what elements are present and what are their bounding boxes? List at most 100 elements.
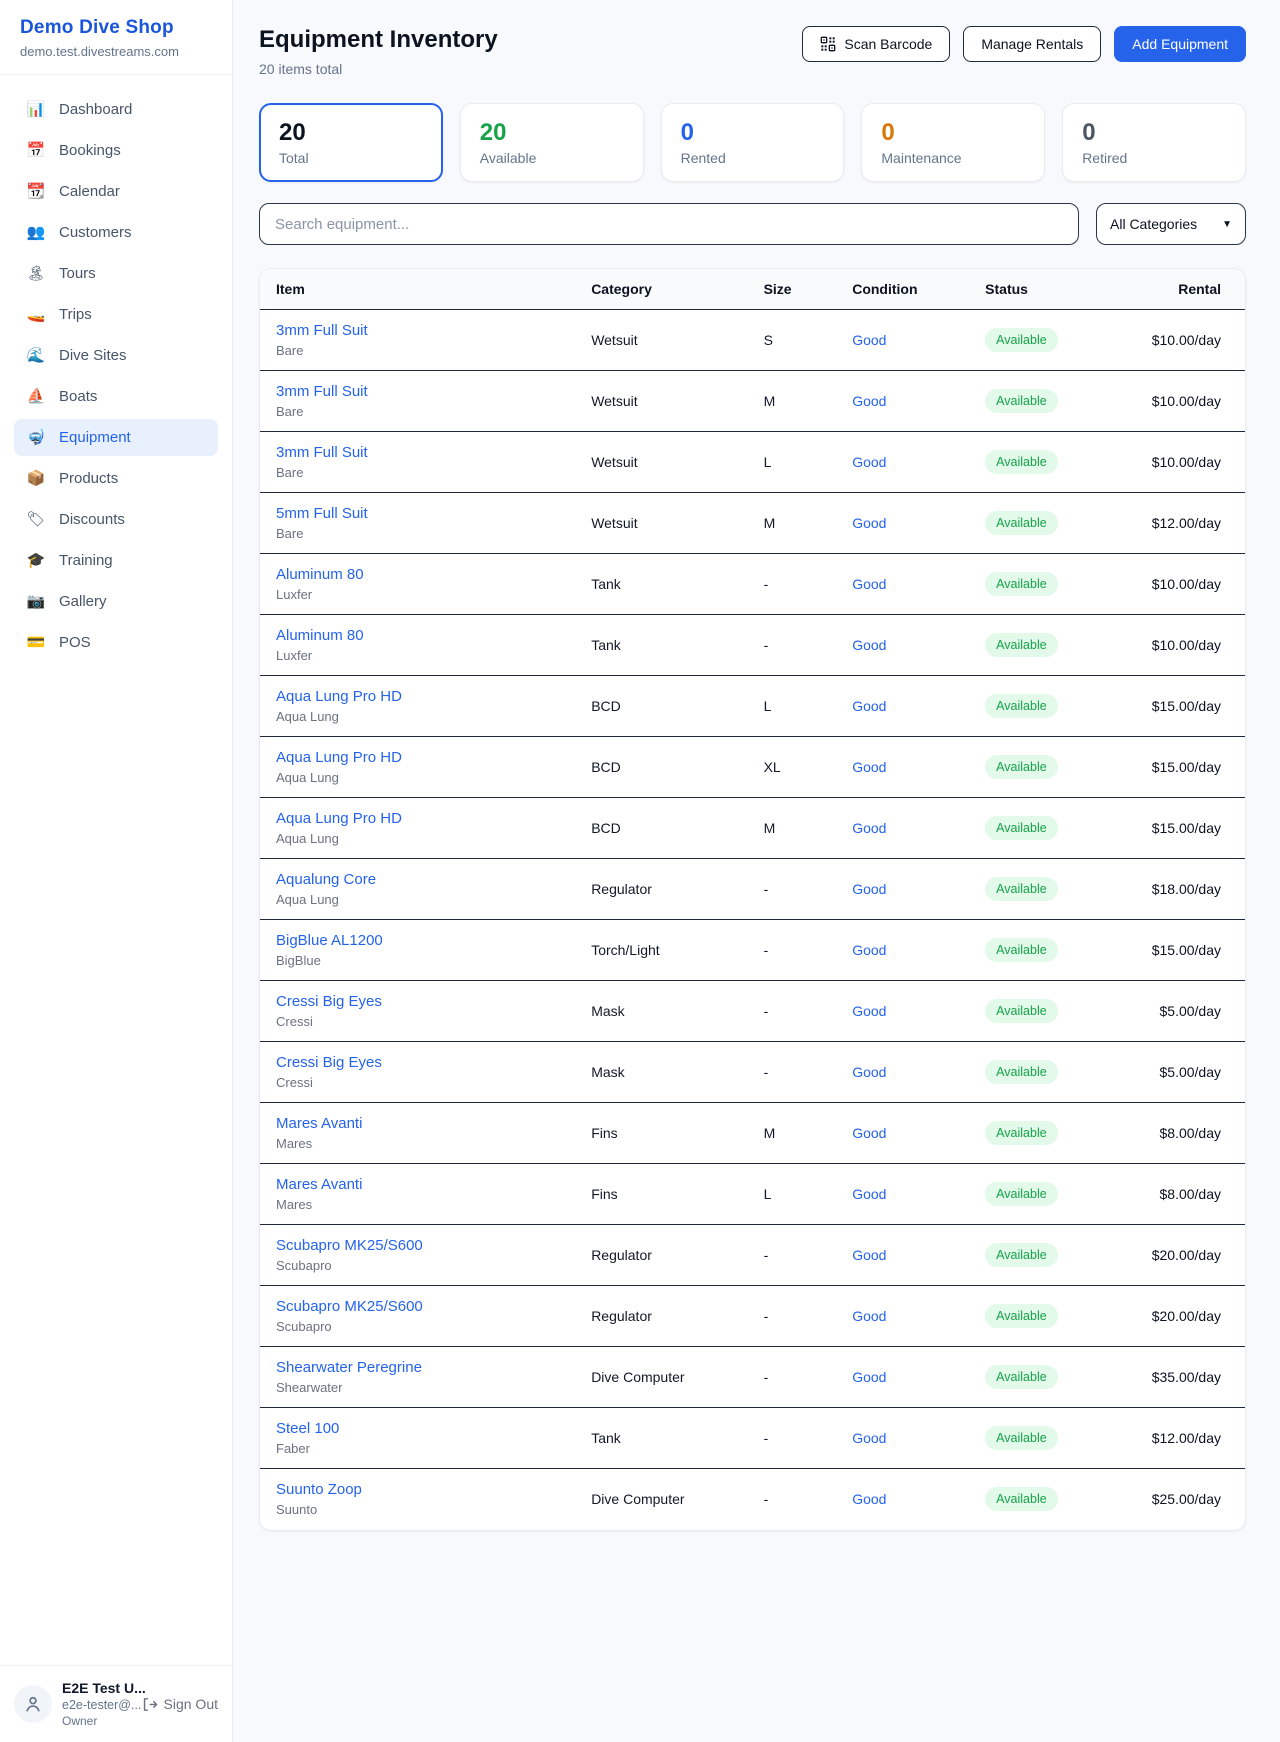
rental-price: $10.00/day: [1097, 371, 1245, 432]
condition-link[interactable]: Good: [852, 576, 886, 592]
item-name-link[interactable]: Steel 100: [276, 1420, 559, 1437]
table-row: Aluminum 80 Luxfer Tank - Good Available…: [260, 615, 1245, 676]
add-equipment-button[interactable]: Add Equipment: [1114, 26, 1246, 62]
sidebar-item[interactable]: 📦 Products: [14, 460, 218, 497]
condition-link[interactable]: Good: [852, 1491, 886, 1507]
person-icon: [23, 1694, 43, 1714]
item-category: BCD: [575, 798, 747, 859]
condition-link[interactable]: Good: [852, 942, 886, 958]
column-header-item: Item: [260, 269, 575, 310]
sidebar-item[interactable]: 🎓 Training: [14, 542, 218, 579]
item-category: Tank: [575, 1408, 747, 1469]
item-name-link[interactable]: Suunto Zoop: [276, 1481, 559, 1498]
condition-link[interactable]: Good: [852, 1125, 886, 1141]
item-name-link[interactable]: Scubapro MK25/S600: [276, 1237, 559, 1254]
brand-title[interactable]: Demo Dive Shop: [20, 17, 212, 39]
column-header-category: Category: [575, 269, 747, 310]
sidebar-nav: 📊 Dashboard 📅 Bookings 📆 Calendar 👥 Cust…: [0, 75, 232, 1665]
item-name-link[interactable]: Scubapro MK25/S600: [276, 1298, 559, 1315]
item-brand: Faber: [276, 1441, 559, 1456]
item-category: Tank: [575, 615, 747, 676]
condition-link[interactable]: Good: [852, 1430, 886, 1446]
item-brand: Luxfer: [276, 648, 559, 663]
item-name-link[interactable]: Mares Avanti: [276, 1115, 559, 1132]
sidebar-item[interactable]: 🌊 Dive Sites: [14, 337, 218, 374]
item-name-link[interactable]: 3mm Full Suit: [276, 322, 559, 339]
condition-link[interactable]: Good: [852, 454, 886, 470]
status-badge: Available: [985, 1243, 1058, 1267]
status-badge: Available: [985, 816, 1058, 840]
status-badge: Available: [985, 572, 1058, 596]
item-size: -: [748, 981, 837, 1042]
item-name-link[interactable]: Cressi Big Eyes: [276, 993, 559, 1010]
user-section: E2E Test U... e2e-tester@... Owner Sign …: [0, 1665, 232, 1742]
stat-value: 20: [480, 119, 624, 147]
item-name-link[interactable]: Aluminum 80: [276, 627, 559, 644]
item-name-link[interactable]: Aqualung Core: [276, 871, 559, 888]
item-size: M: [748, 371, 837, 432]
item-name-link[interactable]: 3mm Full Suit: [276, 444, 559, 461]
condition-link[interactable]: Good: [852, 1064, 886, 1080]
stat-card[interactable]: 0 Rented: [661, 103, 845, 182]
manage-rentals-button[interactable]: Manage Rentals: [963, 26, 1101, 62]
condition-link[interactable]: Good: [852, 637, 886, 653]
condition-link[interactable]: Good: [852, 759, 886, 775]
sidebar-item[interactable]: 📷 Gallery: [14, 583, 218, 620]
condition-link[interactable]: Good: [852, 332, 886, 348]
sidebar-item-icon: 🌊: [26, 348, 46, 363]
item-category: Mask: [575, 981, 747, 1042]
sidebar-item[interactable]: 📅 Bookings: [14, 132, 218, 169]
sidebar-item[interactable]: 👥 Customers: [14, 214, 218, 251]
item-category: Dive Computer: [575, 1469, 747, 1530]
condition-link[interactable]: Good: [852, 1308, 886, 1324]
item-name-link[interactable]: Aluminum 80: [276, 566, 559, 583]
sign-out-button[interactable]: Sign Out: [141, 1696, 218, 1713]
item-name-link[interactable]: 5mm Full Suit: [276, 505, 559, 522]
condition-link[interactable]: Good: [852, 698, 886, 714]
item-name-link[interactable]: 3mm Full Suit: [276, 383, 559, 400]
rental-price: $5.00/day: [1097, 1042, 1245, 1103]
sidebar-item[interactable]: 📊 Dashboard: [14, 91, 218, 128]
condition-link[interactable]: Good: [852, 393, 886, 409]
stat-card[interactable]: 0 Retired: [1062, 103, 1246, 182]
item-name-link[interactable]: Aqua Lung Pro HD: [276, 810, 559, 827]
stat-card[interactable]: 20 Total: [259, 103, 443, 182]
table-row: Aqua Lung Pro HD Aqua Lung BCD L Good Av…: [260, 676, 1245, 737]
search-input[interactable]: [259, 203, 1079, 245]
sidebar-item[interactable]: 💳 POS: [14, 624, 218, 661]
condition-link[interactable]: Good: [852, 1369, 886, 1385]
sidebar-item-icon: 📆: [26, 184, 46, 199]
avatar: [14, 1685, 52, 1723]
sidebar-item[interactable]: 🏝 Tours: [14, 255, 218, 292]
scan-barcode-button[interactable]: Scan Barcode: [802, 26, 950, 62]
item-name-link[interactable]: BigBlue AL1200: [276, 932, 559, 949]
condition-link[interactable]: Good: [852, 1186, 886, 1202]
item-size: -: [748, 1225, 837, 1286]
sidebar-item[interactable]: 📆 Calendar: [14, 173, 218, 210]
table-row: Mares Avanti Mares Fins L Good Available…: [260, 1164, 1245, 1225]
status-badge: Available: [985, 694, 1058, 718]
sidebar-item[interactable]: ⛵ Boats: [14, 378, 218, 415]
condition-link[interactable]: Good: [852, 515, 886, 531]
item-name-link[interactable]: Shearwater Peregrine: [276, 1359, 559, 1376]
condition-link[interactable]: Good: [852, 1003, 886, 1019]
equipment-table-card: Item Category Size Condition Status Rent…: [259, 268, 1246, 1531]
stat-value: 0: [1082, 119, 1226, 147]
stat-card[interactable]: 20 Available: [460, 103, 644, 182]
item-name-link[interactable]: Aqua Lung Pro HD: [276, 749, 559, 766]
page-title-block: Equipment Inventory 20 items total: [259, 26, 498, 77]
item-name-link[interactable]: Aqua Lung Pro HD: [276, 688, 559, 705]
sidebar-item[interactable]: 🚤 Trips: [14, 296, 218, 333]
stat-label: Retired: [1082, 150, 1226, 166]
item-brand: Scubapro: [276, 1319, 559, 1334]
category-select[interactable]: All Categories ▼: [1096, 203, 1246, 245]
item-name-link[interactable]: Cressi Big Eyes: [276, 1054, 559, 1071]
sidebar-item[interactable]: 🤿 Equipment: [14, 419, 218, 456]
item-name-link[interactable]: Mares Avanti: [276, 1176, 559, 1193]
condition-link[interactable]: Good: [852, 1247, 886, 1263]
condition-link[interactable]: Good: [852, 881, 886, 897]
condition-link[interactable]: Good: [852, 820, 886, 836]
sidebar-item[interactable]: 🏷 Discounts: [14, 501, 218, 538]
column-header-condition: Condition: [836, 269, 969, 310]
stat-card[interactable]: 0 Maintenance: [861, 103, 1045, 182]
